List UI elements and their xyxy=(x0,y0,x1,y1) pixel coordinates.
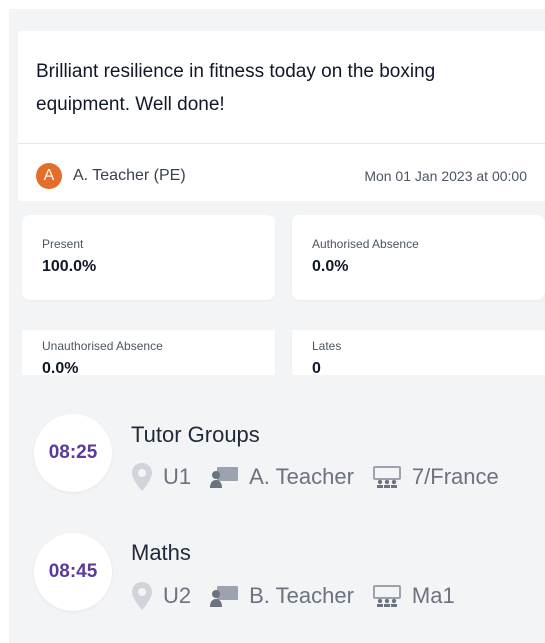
lesson-room: U1 xyxy=(131,462,191,492)
lesson-room: U2 xyxy=(131,581,191,611)
room-text: U2 xyxy=(163,583,192,608)
teacher-text: A. Teacher xyxy=(249,464,354,489)
stat-label: Authorised Absence xyxy=(312,237,419,251)
class-group-icon xyxy=(372,466,401,488)
lesson-group: 7/France xyxy=(372,464,499,490)
lesson-title: Maths xyxy=(131,540,191,565)
divider xyxy=(18,143,545,144)
lesson-time: 08:25 xyxy=(34,414,112,492)
stat-card-authorised-absence: Authorised Absence 0.0% xyxy=(292,215,545,300)
comment-date: Mon 01 Jan 2023 at 00:00 xyxy=(364,168,527,184)
lesson-title: Tutor Groups xyxy=(131,422,260,447)
teacher-text: B. Teacher xyxy=(249,583,354,608)
teacher-board-icon xyxy=(210,467,239,488)
lesson-time: 08:45 xyxy=(34,533,112,611)
stat-card-unauthorised-absence: Unauthorised Absence 0.0% xyxy=(22,330,275,376)
location-pin-icon xyxy=(132,463,152,491)
comment-author-row: A A. Teacher (PE) Mon 01 Jan 2023 at 00:… xyxy=(36,163,527,189)
group-text: Ma1 xyxy=(411,583,455,608)
group-text: 7/France xyxy=(411,464,499,489)
avatar: A xyxy=(36,163,62,189)
lesson-meta: U2 B. Teacher Ma1 xyxy=(131,581,473,611)
lesson-teacher: B. Teacher xyxy=(209,583,354,609)
stat-label: Unauthorised Absence xyxy=(42,339,163,353)
lesson-meta: U1 A. Teacher 7/France xyxy=(131,462,517,492)
author-name: A. Teacher (PE) xyxy=(73,167,186,184)
stat-value: 100.0% xyxy=(42,258,97,275)
stat-card-present: Present 100.0% xyxy=(22,215,275,300)
lesson-group: Ma1 xyxy=(372,583,455,609)
lesson-teacher: A. Teacher xyxy=(209,464,354,490)
teacher-board-icon xyxy=(210,586,239,607)
stat-value: 0 xyxy=(312,360,321,376)
stat-value: 0.0% xyxy=(312,258,349,275)
stat-label: Present xyxy=(42,237,84,251)
room-text: U1 xyxy=(163,464,192,489)
class-group-icon xyxy=(372,585,401,607)
comment-text: Brilliant resilience in fitness today on… xyxy=(36,61,436,115)
stat-value: 0.0% xyxy=(42,360,79,376)
comment-card: Brilliant resilience in fitness today on… xyxy=(18,31,545,201)
stat-row-clip: Unauthorised Absence 0.0% Lates 0 xyxy=(0,330,545,376)
stat-label: Lates xyxy=(312,339,342,353)
location-pin-icon xyxy=(132,582,152,610)
stat-card-lates: Lates 0 xyxy=(292,330,545,376)
timetable-list: 08:25 Tutor Groups U1 A. Teacher 7/Franc… xyxy=(9,375,545,643)
